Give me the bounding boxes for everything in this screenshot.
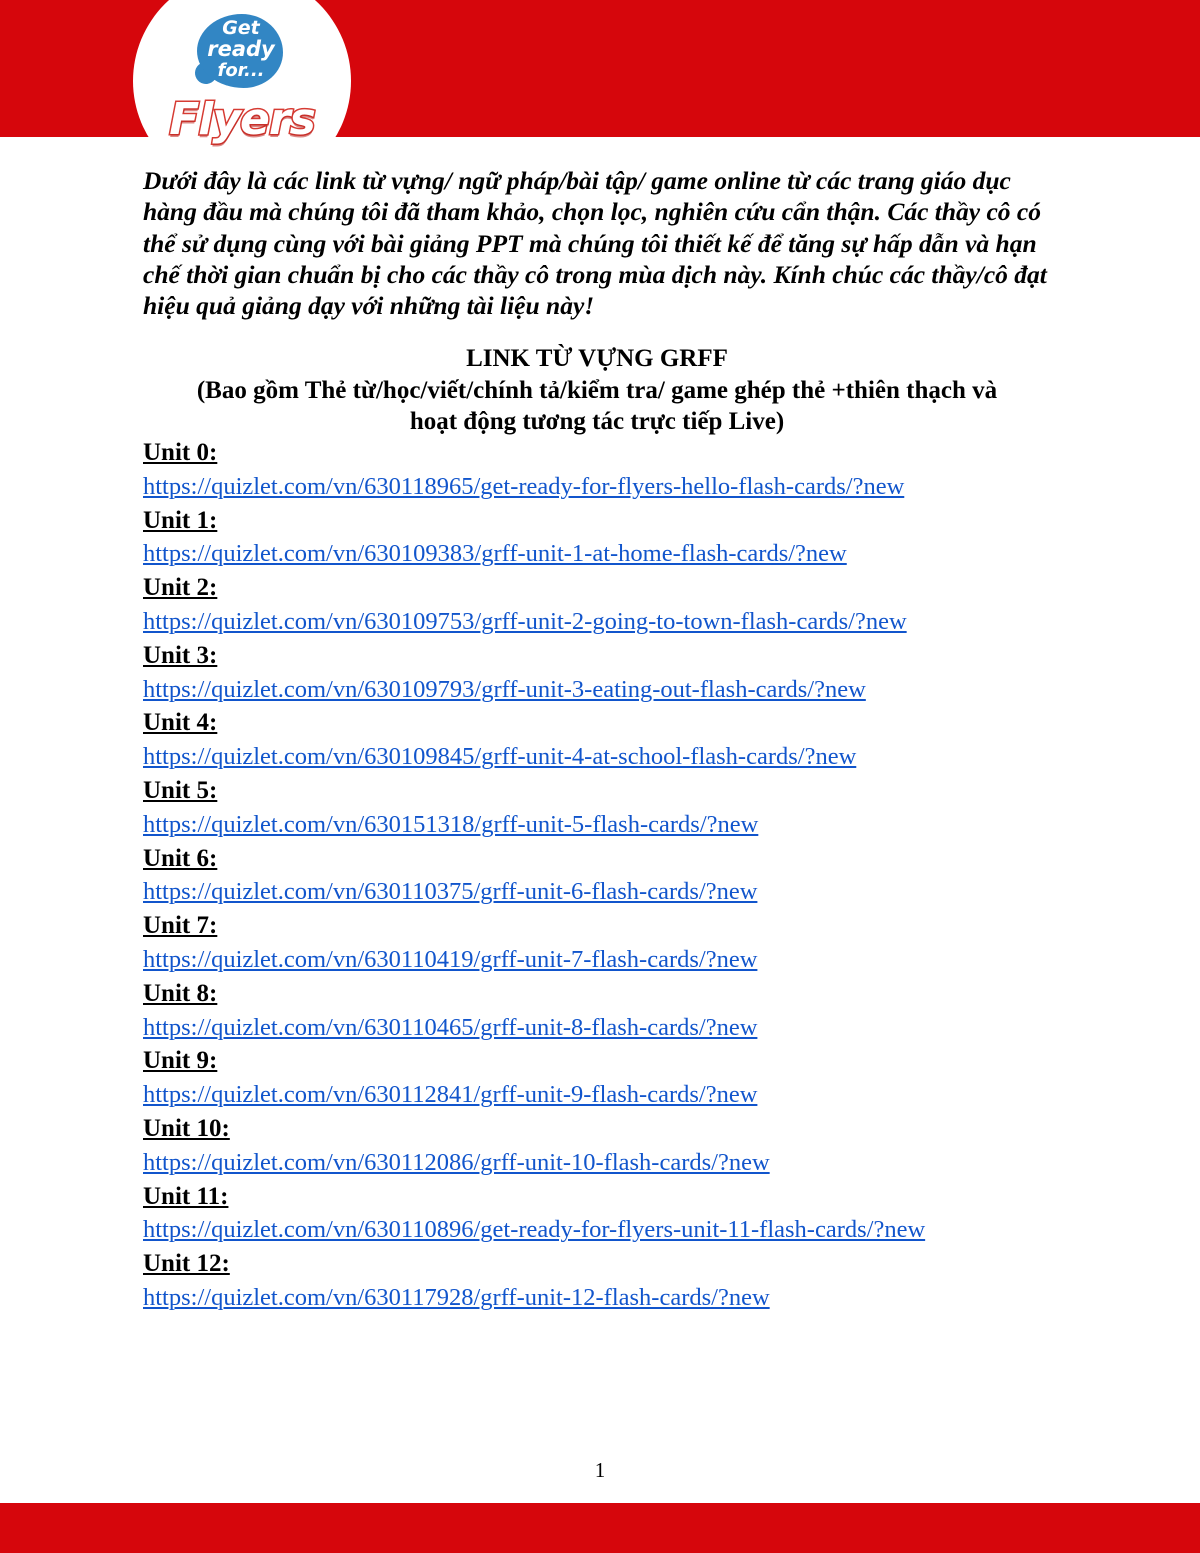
list-item: https://quizlet.com/vn/630110419/grff-un… (143, 945, 1051, 979)
list-item: https://quizlet.com/vn/630110896/get-rea… (143, 1215, 1051, 1249)
list-item: Unit 10: (143, 1114, 1051, 1148)
intro-spacer (143, 321, 1051, 343)
unit-label-11: Unit 11: (143, 1182, 229, 1210)
unit-url-0[interactable]: https://quizlet.com/vn/630118965/get-rea… (143, 472, 904, 503)
unit-label-1: Unit 1: (143, 506, 218, 534)
list-item: https://quizlet.com/vn/630110465/grff-un… (143, 1013, 1051, 1047)
unit-label-3: Unit 3: (143, 641, 218, 669)
unit-label-6: Unit 6: (143, 844, 218, 872)
footer-red-band (0, 1503, 1200, 1553)
list-item: https://quizlet.com/vn/630110375/grff-un… (143, 877, 1051, 911)
section-subtitle-line2: hoạt động tương tác trực tiếp Live) (409, 408, 785, 436)
unit-url-3[interactable]: https://quizlet.com/vn/630109793/grff-un… (143, 675, 866, 706)
unit-label-12: Unit 12: (143, 1250, 230, 1278)
brand-logo: Get ready for... Flyers (133, 0, 351, 190)
unit-url-7[interactable]: https://quizlet.com/vn/630110419/grff-un… (143, 945, 757, 976)
unit-url-8[interactable]: https://quizlet.com/vn/630110465/grff-un… (143, 1013, 757, 1044)
speech-bubble-icon: Get ready for... (189, 12, 293, 90)
unit-url-6[interactable]: https://quizlet.com/vn/630110375/grff-un… (143, 877, 757, 908)
header-red-band: Get ready for... Flyers (0, 0, 1200, 190)
logo-bubble-line2: ready (207, 37, 275, 61)
list-item: Unit 0: (143, 438, 1051, 472)
list-item: https://quizlet.com/vn/630109793/grff-un… (143, 675, 1051, 709)
list-item: Unit 3: (143, 641, 1051, 675)
unit-label-8: Unit 8: (143, 979, 218, 1007)
unit-url-4[interactable]: https://quizlet.com/vn/630109845/grff-un… (143, 742, 856, 773)
list-item: Unit 2: (143, 573, 1051, 607)
list-item: Unit 4: (143, 708, 1051, 742)
unit-url-5[interactable]: https://quizlet.com/vn/630151318/grff-un… (143, 810, 758, 841)
unit-url-10[interactable]: https://quizlet.com/vn/630112086/grff-un… (143, 1148, 770, 1179)
unit-url-12[interactable]: https://quizlet.com/vn/630117928/grff-un… (143, 1283, 770, 1314)
list-item: Unit 5: (143, 776, 1051, 810)
list-item: Unit 7: (143, 911, 1051, 945)
list-item: Unit 8: (143, 979, 1051, 1013)
page-number: 1 (594, 1458, 606, 1482)
list-item: Unit 9: (143, 1046, 1051, 1080)
unit-label-2: Unit 2: (143, 574, 218, 602)
unit-url-1[interactable]: https://quizlet.com/vn/630109383/grff-un… (143, 539, 847, 570)
section-subtitle-line1: (Bao gồm Thẻ từ/học/viết/chính tả/kiểm t… (196, 376, 998, 404)
unit-link-list: Unit 0: https://quizlet.com/vn/630118965… (143, 438, 1051, 1317)
list-item: https://quizlet.com/vn/630151318/grff-un… (143, 810, 1051, 844)
list-item: https://quizlet.com/vn/630118965/get-rea… (143, 472, 1051, 506)
list-item: https://quizlet.com/vn/630112086/grff-un… (143, 1148, 1051, 1182)
unit-label-5: Unit 5: (143, 776, 218, 804)
list-item: Unit 1: (143, 506, 1051, 540)
unit-label-9: Unit 9: (143, 1047, 218, 1075)
unit-url-2[interactable]: https://quizlet.com/vn/630109753/grff-un… (143, 607, 907, 638)
list-item: Unit 12: (143, 1249, 1051, 1283)
intro-paragraph: Dưới đây là các link từ vựng/ ngữ pháp/b… (143, 166, 1047, 321)
unit-label-10: Unit 10: (143, 1114, 230, 1142)
logo-wordmark: Flyers (168, 93, 318, 147)
unit-url-11[interactable]: https://quizlet.com/vn/630110896/get-rea… (143, 1215, 925, 1246)
section-title: LINK TỪ VỰNG GRFF (466, 345, 728, 373)
unit-label-4: Unit 4: (143, 709, 218, 737)
logo-bubble-line1: Get (222, 17, 260, 39)
list-item: Unit 6: (143, 844, 1051, 878)
list-item: https://quizlet.com/vn/630117928/grff-un… (143, 1283, 1051, 1317)
list-item: https://quizlet.com/vn/630109383/grff-un… (143, 539, 1051, 573)
list-item: https://quizlet.com/vn/630109753/grff-un… (143, 607, 1051, 641)
document-body: Dưới đây là các link từ vựng/ ngữ pháp/b… (143, 165, 1051, 1317)
unit-url-9[interactable]: https://quizlet.com/vn/630112841/grff-un… (143, 1080, 757, 1111)
unit-label-0: Unit 0: (143, 438, 218, 466)
logo-bubble-line3: for... (217, 60, 265, 81)
unit-label-7: Unit 7: (143, 912, 218, 940)
list-item: https://quizlet.com/vn/630112841/grff-un… (143, 1080, 1051, 1114)
list-item: https://quizlet.com/vn/630109845/grff-un… (143, 742, 1051, 776)
list-item: Unit 11: (143, 1182, 1051, 1216)
